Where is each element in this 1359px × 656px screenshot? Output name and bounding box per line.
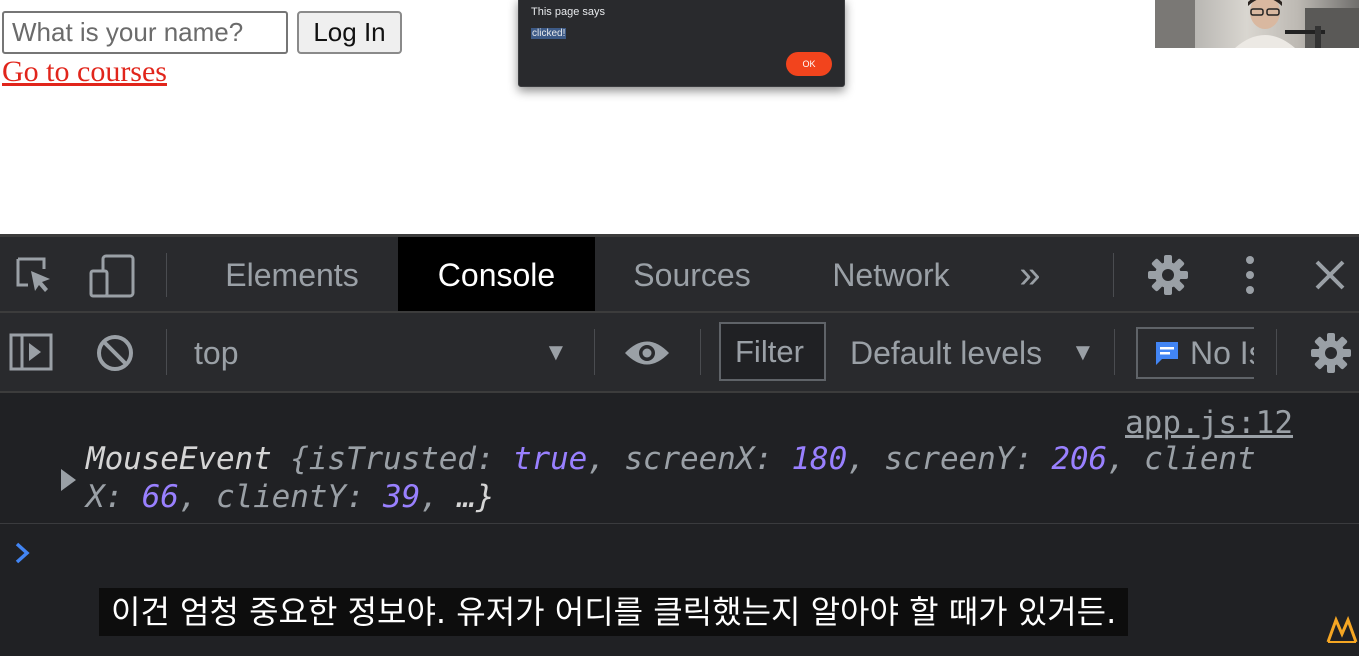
console-log-line-2[interactable]: X: 66, clientY: 39, …} <box>86 479 495 515</box>
courses-link[interactable]: Go to courses <box>2 55 167 89</box>
console-prompt-chevron-icon[interactable] <box>13 541 31 570</box>
eye-icon[interactable] <box>623 338 671 373</box>
log-object-type: MouseEvent <box>86 441 272 477</box>
toolbar-divider <box>1114 329 1115 375</box>
clear-console-icon[interactable] <box>95 333 135 378</box>
more-options-kebab-icon[interactable] <box>1241 255 1259 300</box>
close-icon[interactable] <box>1314 259 1346 296</box>
context-selector[interactable]: top <box>194 335 238 372</box>
console-divider <box>0 523 1359 524</box>
toolbar-divider <box>700 329 701 375</box>
dialog-ok-button[interactable]: OK <box>786 52 832 76</box>
dropdown-arrow-icon[interactable]: ▼ <box>1071 339 1095 367</box>
web-page: Log In Go to courses This page says clic… <box>0 0 1359 234</box>
tab-console[interactable]: Console <box>398 237 595 311</box>
console-toolbar: top ▼ Filter Default levels ▼ No Issues <box>0 313 1359 393</box>
dialog-title: This page says <box>531 6 605 18</box>
toolbar-divider <box>166 253 167 297</box>
webcam-overlay <box>1155 0 1359 48</box>
console-settings-gear-icon[interactable] <box>1309 331 1353 380</box>
tab-network[interactable]: Network <box>810 237 972 311</box>
log-value: true <box>512 441 588 477</box>
log-value: 180 <box>791 441 848 477</box>
source-link[interactable]: app.js:12 <box>1125 405 1293 441</box>
video-subtitle: 이건 엄청 중요한 정보야. 유저가 어디를 클릭했는지 알아야 할 때가 있거… <box>99 588 1129 636</box>
tab-elements[interactable]: Elements <box>198 237 386 311</box>
more-tabs-chevron-icon[interactable]: » <box>1004 237 1056 311</box>
tab-sources[interactable]: Sources <box>610 237 774 311</box>
log-value: 66 <box>141 479 179 515</box>
dialog-message: clicked! <box>531 28 567 39</box>
inspect-element-icon[interactable] <box>14 255 54 300</box>
log-value: 39 <box>383 479 421 515</box>
login-button[interactable]: Log In <box>297 11 402 54</box>
dropdown-arrow-icon[interactable]: ▼ <box>544 339 568 367</box>
log-levels-dropdown[interactable]: Default levels <box>850 335 1042 372</box>
issues-message-icon <box>1154 340 1180 371</box>
settings-gear-icon[interactable] <box>1146 253 1190 302</box>
name-input[interactable] <box>2 11 288 54</box>
toolbar-divider <box>1276 329 1277 375</box>
device-toolbar-icon[interactable] <box>89 253 135 304</box>
toolbar-divider <box>166 329 167 375</box>
filter-input[interactable]: Filter <box>719 322 826 381</box>
toolbar-divider <box>1113 253 1114 297</box>
alert-dialog: This page says clicked! OK <box>518 0 845 87</box>
channel-logo-icon <box>1326 615 1358 649</box>
sidebar-toggle-icon[interactable] <box>9 333 53 376</box>
log-value: 206 <box>1051 441 1108 477</box>
toolbar-divider <box>594 329 595 375</box>
console-log-line-1[interactable]: MouseEvent {isTrusted: true, screenX: 18… <box>86 441 1256 477</box>
devtools-tabbar: Elements Console Sources Network » <box>0 237 1359 313</box>
expand-triangle-icon[interactable] <box>61 469 76 491</box>
log-ellipsis: … <box>457 479 476 515</box>
